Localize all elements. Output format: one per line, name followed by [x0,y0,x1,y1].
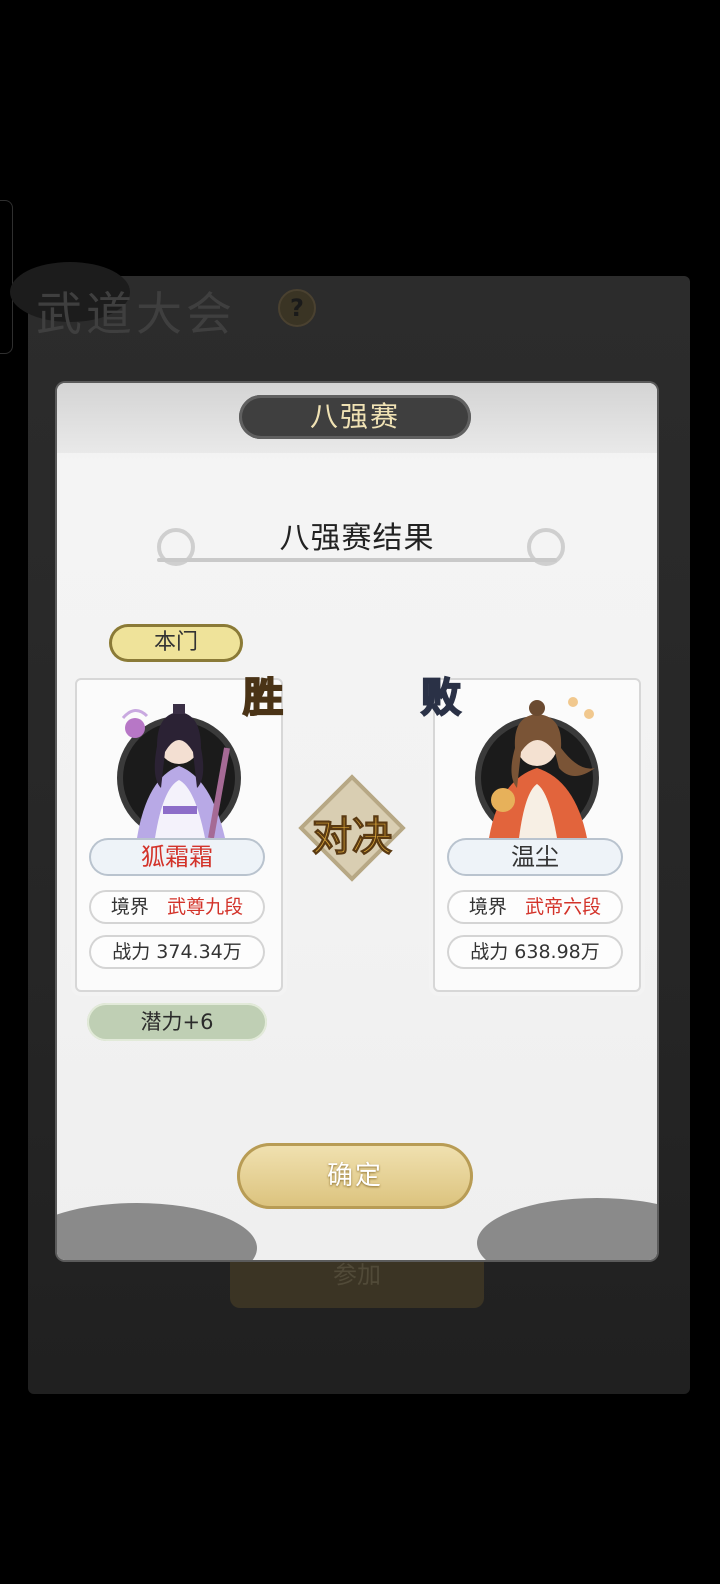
player-card-right[interactable]: 温尘 境界 武帝六段 战力 638.98万 [433,678,641,992]
player-card-left[interactable]: 狐霜霜 境界 武尊九段 战力 374.34万 [75,678,283,992]
confirm-button[interactable]: 确定 [237,1143,473,1209]
character-illustration-hu-shuangshuang [121,704,230,838]
cloud-decoration [477,1198,657,1260]
result-dialog: 八强赛 八强赛结果 本门 狐霜霜 境界 武尊九段 战力 374.34万 胜 温尘… [57,383,657,1260]
power-row: 战力 638.98万 [447,935,623,969]
realm-label: 境界 [110,896,149,918]
own-sect-tag: 本门 [109,624,243,662]
power-row: 战力 374.34万 [89,935,265,969]
win-badge: 胜 [242,673,284,722]
player-name: 狐霜霜 [89,838,265,876]
character-illustration-wen-chen [489,697,595,838]
side-handle [0,200,13,354]
realm-label: 境界 [468,896,507,918]
realm-row: 境界 武帝六段 [447,890,623,924]
versus-emblem: 对决 [298,774,406,882]
versus-text: 对决 [312,813,393,861]
player-portrait [455,688,619,838]
realm-value: 武尊九段 [167,896,244,918]
join-button: 参加 [230,1252,484,1308]
cloud-decoration [57,1203,257,1260]
realm-row: 境界 武尊九段 [89,890,265,924]
result-heading: 八强赛结果 [279,521,435,556]
realm-value: 武帝六段 [525,896,602,918]
lose-badge: 败 [420,673,462,722]
dialog-title: 八强赛 [239,395,471,439]
player-portrait [97,688,261,838]
heading-divider [157,558,557,562]
potential-reward: 潜力+6 [87,1003,267,1041]
tournament-title: 武道大会 [36,287,236,341]
help-icon[interactable]: ? [278,289,316,327]
player-name: 温尘 [447,838,623,876]
